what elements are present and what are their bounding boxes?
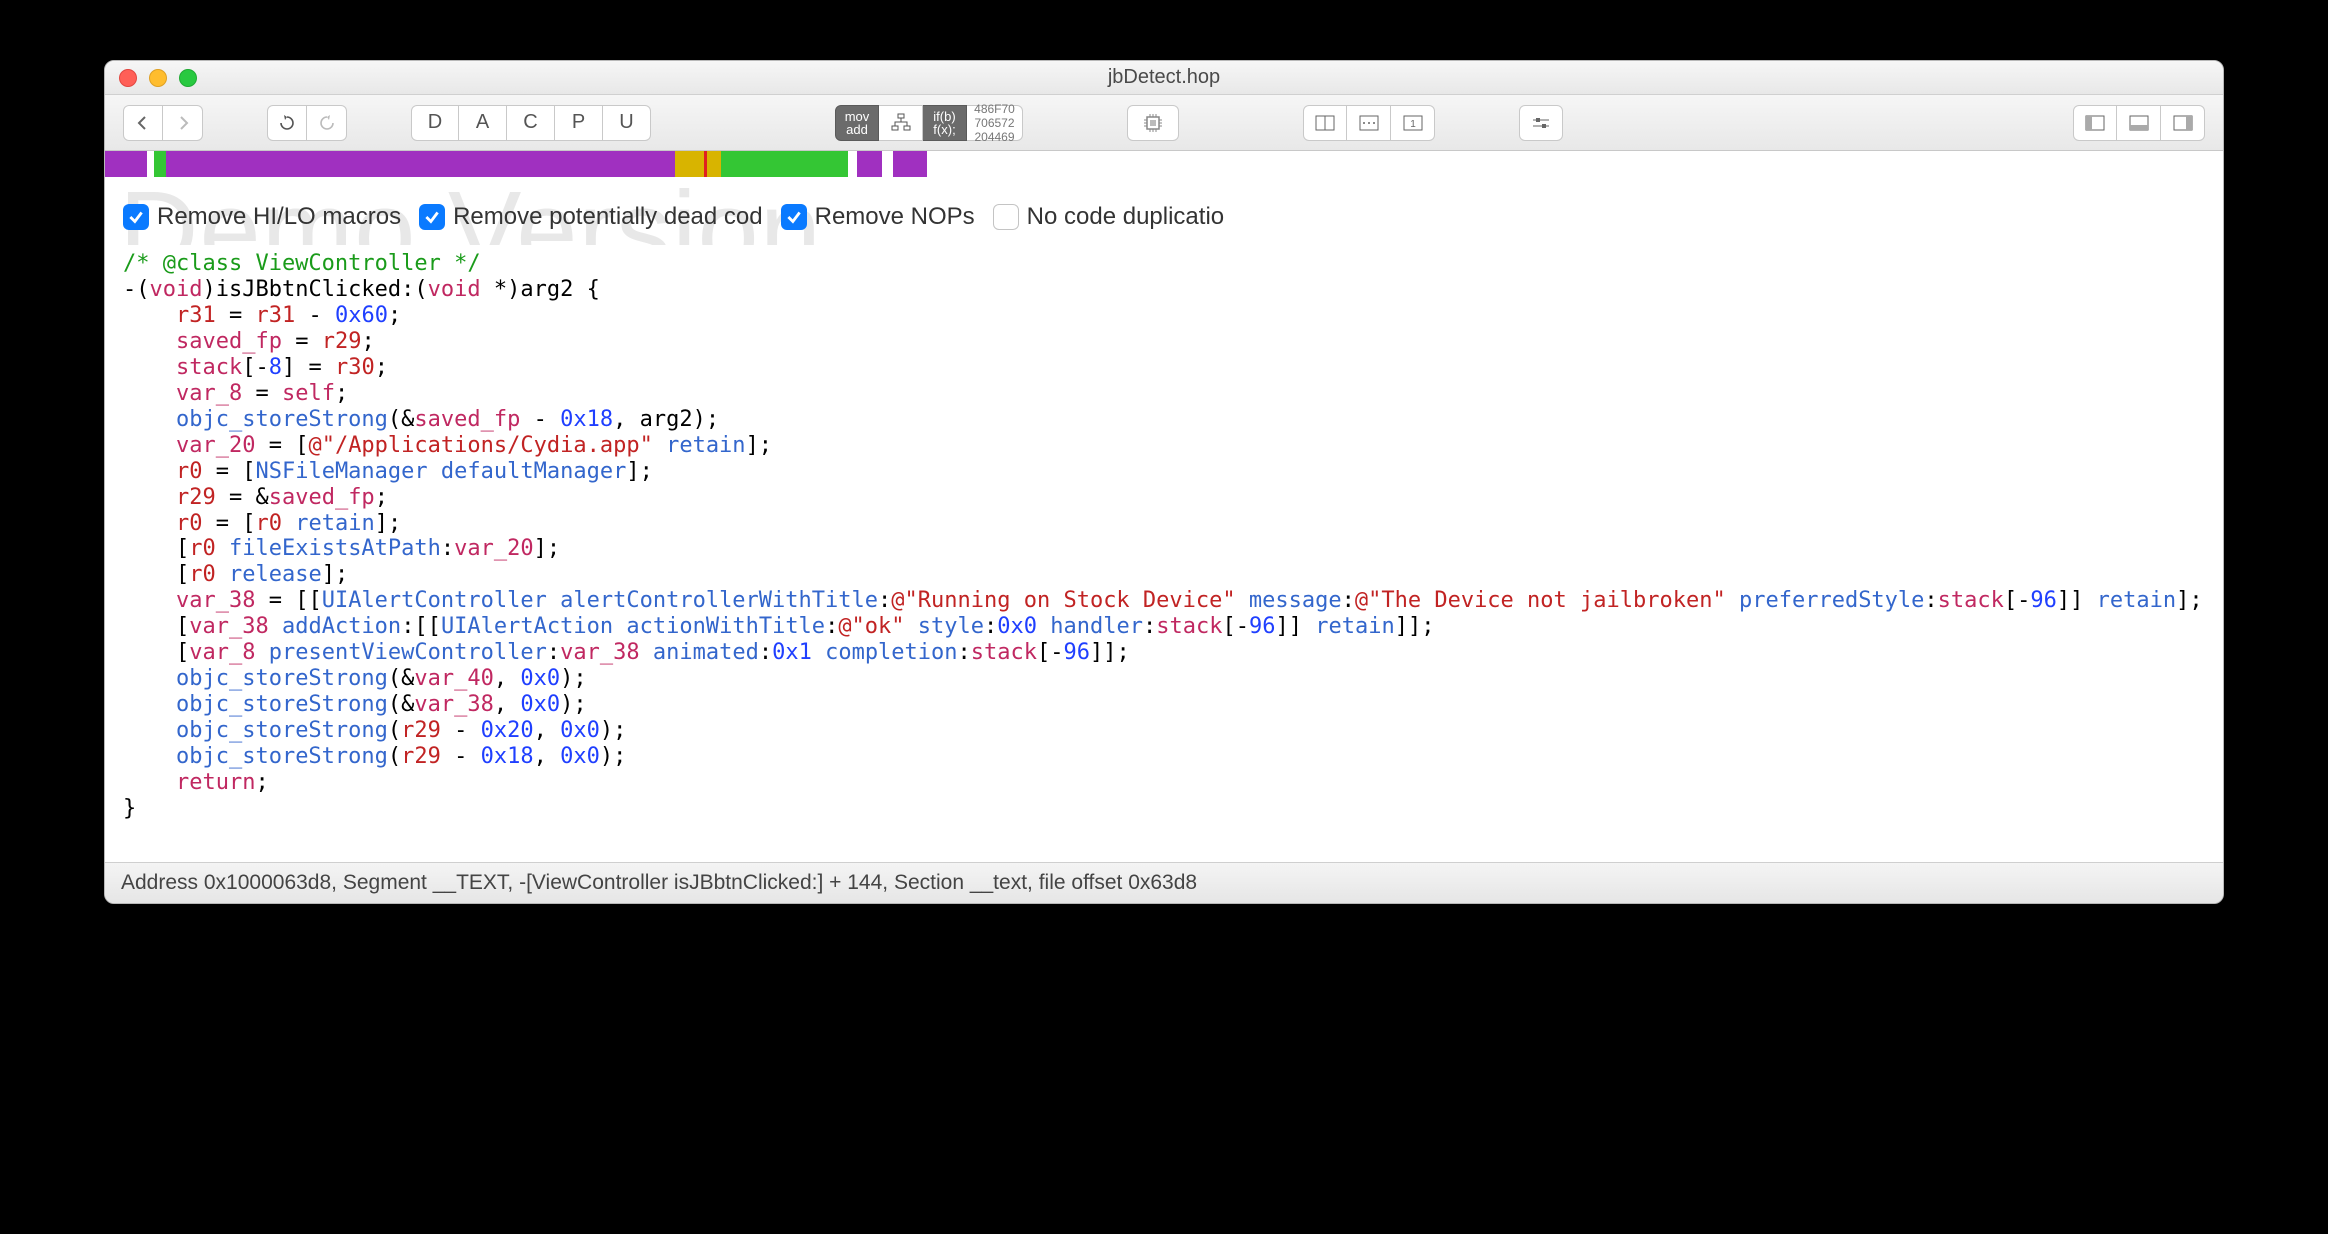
toggle-bottom-panel-button[interactable]: [2117, 105, 2161, 141]
remove-nops-checkbox[interactable]: Remove NOPs: [781, 203, 975, 231]
asm-label-1: mov: [845, 110, 870, 123]
remove-dead-checkbox[interactable]: Remove potentially dead cod: [419, 203, 763, 231]
hex-line-2: 706572: [974, 116, 1014, 130]
undo-button[interactable]: [267, 105, 307, 141]
window-title: jbDetect.hop: [105, 66, 2223, 89]
mode-group: D A C P U: [411, 105, 651, 141]
hex-line-1: 486F70: [974, 102, 1015, 116]
checkbox-label: No code duplicatio: [1027, 203, 1224, 231]
checkbox-icon: [419, 204, 445, 230]
toggle-right-panel-button[interactable]: [2161, 105, 2205, 141]
hex-view-button[interactable]: 486F70 706572 204469: [967, 105, 1023, 141]
mode-ascii-button[interactable]: A: [459, 105, 507, 141]
mode-code-button[interactable]: C: [507, 105, 555, 141]
forward-button[interactable]: [163, 105, 203, 141]
code-comment: /* @class ViewController */: [123, 251, 481, 276]
cfg-label-1: if(b): [933, 110, 955, 123]
mode-proc-button[interactable]: P: [555, 105, 603, 141]
layout-columns-button[interactable]: [1303, 105, 1347, 141]
navigation-map[interactable]: [105, 151, 2223, 177]
no-duplication-checkbox[interactable]: No code duplicatio: [993, 203, 1224, 231]
cfg-view-button[interactable]: [879, 105, 923, 141]
pseudo-code-options: Demo Version Remove HI/LO macros Remove …: [105, 177, 2223, 245]
checkbox-label: Remove HI/LO macros: [157, 203, 401, 231]
asm-label-2: add: [846, 123, 868, 136]
layout-single-button[interactable]: 1: [1391, 105, 1435, 141]
toolbar: D A C P U mov add if(b) f(x); 486F70 706…: [105, 95, 2223, 151]
nav-group: [123, 105, 203, 141]
checkbox-icon: [993, 204, 1019, 230]
layout-grid-button[interactable]: [1347, 105, 1391, 141]
checkbox-label: Remove potentially dead cod: [453, 203, 763, 231]
asm-view-button[interactable]: mov add: [835, 105, 879, 141]
checkbox-label: Remove NOPs: [815, 203, 975, 231]
hex-line-3: 204469: [974, 130, 1014, 144]
layout-group-1: 1: [1303, 105, 1435, 141]
back-button[interactable]: [123, 105, 163, 141]
svg-text:1: 1: [1410, 119, 1416, 130]
checkbox-icon: [123, 204, 149, 230]
status-bar: Address 0x1000063d8, Segment __TEXT, -[V…: [105, 862, 2223, 903]
chip-icon: [1141, 111, 1165, 135]
app-window: jbDetect.hop D A C P U: [104, 60, 2224, 904]
toggle-left-panel-button[interactable]: [2073, 105, 2117, 141]
view-mode-group: mov add if(b) f(x); 486F70 706572 204469: [835, 105, 1023, 141]
sliders-icon: [1531, 115, 1551, 131]
undo-redo-group: [267, 105, 347, 141]
cpu-button[interactable]: [1127, 105, 1179, 141]
panel-toggle-group: [2073, 105, 2205, 141]
pseudo-view-button[interactable]: if(b) f(x);: [923, 105, 967, 141]
remove-hilo-checkbox[interactable]: Remove HI/LO macros: [123, 203, 401, 231]
titlebar: jbDetect.hop: [105, 61, 2223, 95]
redo-button[interactable]: [307, 105, 347, 141]
mode-data-button[interactable]: D: [411, 105, 459, 141]
cfg-label-2: f(x);: [933, 123, 955, 136]
settings-button[interactable]: [1519, 105, 1563, 141]
mode-undef-button[interactable]: U: [603, 105, 651, 141]
navmap-marker: [704, 151, 707, 177]
pseudo-code-view[interactable]: /* @class ViewController */ -(void)isJBb…: [105, 245, 2223, 862]
checkbox-icon: [781, 204, 807, 230]
